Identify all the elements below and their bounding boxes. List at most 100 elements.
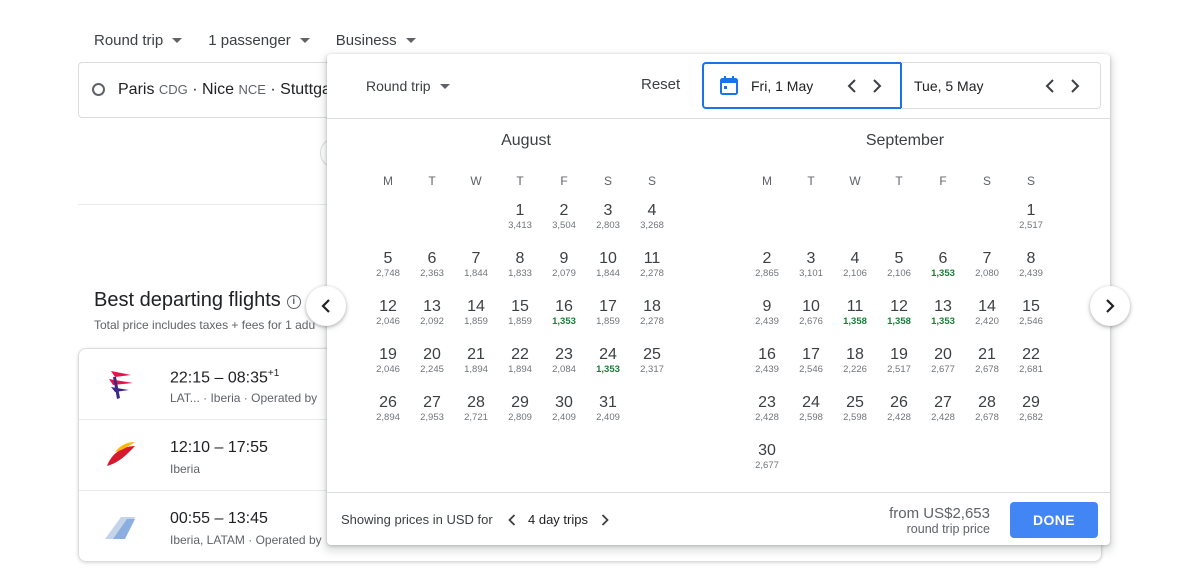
calendar-day[interactable]: 12 2,046 (366, 278, 410, 327)
next-month-button[interactable] (1090, 286, 1130, 326)
picker-trip-type-dropdown[interactable]: Round trip (366, 78, 450, 94)
calendar-day[interactable]: 23 2,428 (745, 374, 789, 423)
day-price: 2,894 (376, 412, 400, 423)
calendar-day[interactable]: 13 2,092 (410, 278, 454, 327)
calendar-day[interactable]: 3 2,803 (586, 182, 630, 231)
day-number: 5 (383, 250, 393, 267)
calendar-day[interactable]: 24 1,353 (586, 326, 630, 375)
origin-airports: Paris CDG · Nice NCE · Stuttgar (118, 81, 336, 99)
info-icon[interactable]: i (286, 295, 301, 309)
calendar-day[interactable]: 21 1,894 (454, 326, 498, 375)
calendar-day[interactable]: 8 1,833 (498, 230, 542, 279)
calendar-day[interactable]: 13 1,353 (921, 278, 965, 327)
calendar-day[interactable]: 6 1,353 (921, 230, 965, 279)
calendar-day[interactable]: 2 2,865 (745, 230, 789, 279)
calendar-day[interactable]: 2 3,504 (542, 182, 586, 231)
calendar-day[interactable]: 15 2,546 (1009, 278, 1053, 327)
results-heading: Best departing flights i (94, 289, 301, 312)
day-number: 2 (762, 250, 772, 267)
calendar-day[interactable]: 7 2,080 (965, 230, 1009, 279)
calendar-day[interactable]: 12 1,358 (877, 278, 921, 327)
calendar-day[interactable]: 7 1,844 (454, 230, 498, 279)
calendar-day[interactable]: 3 3,101 (789, 230, 833, 279)
calendar-day[interactable]: 10 1,844 (586, 230, 630, 279)
departure-date-field[interactable]: Fri, 1 May (702, 62, 902, 109)
cabin-class-dropdown[interactable]: Business (336, 30, 416, 50)
calendar-day[interactable]: 25 2,317 (630, 326, 674, 375)
day-number: 21 (467, 346, 485, 363)
calendar-day[interactable]: 1 3,413 (498, 182, 542, 231)
day-price: 2,409 (596, 412, 620, 423)
calendar-day[interactable]: 30 2,677 (745, 422, 789, 471)
return-prev-day-button[interactable] (1040, 76, 1060, 96)
calendar-day[interactable]: 9 2,079 (542, 230, 586, 279)
calendar-day[interactable]: 24 2,598 (789, 374, 833, 423)
calendar-day[interactable]: 20 2,245 (410, 326, 454, 375)
calendar-day[interactable]: 30 2,409 (542, 374, 586, 423)
day-number: 13 (934, 298, 952, 315)
weekday-header: W (849, 174, 861, 188)
trip-type-dropdown[interactable]: Round trip (94, 30, 183, 50)
calendar-day[interactable]: 4 2,106 (833, 230, 877, 279)
calendar-day[interactable]: 4 3,268 (630, 182, 674, 231)
day-number: 7 (982, 250, 992, 267)
prev-month-button[interactable] (306, 286, 346, 326)
chevron-left-icon (321, 299, 330, 313)
day-price: 2,598 (799, 412, 823, 423)
calendar-day[interactable]: 10 2,676 (789, 278, 833, 327)
calendar-day[interactable]: 25 2,598 (833, 374, 877, 423)
calendar-day[interactable]: 8 2,439 (1009, 230, 1053, 279)
calendar-day[interactable]: 22 1,894 (498, 326, 542, 375)
calendar-day[interactable]: 15 1,859 (498, 278, 542, 327)
trip-length-increase-button[interactable] (595, 510, 615, 530)
calendar-day[interactable]: 26 2,894 (366, 374, 410, 423)
day-number: 24 (599, 346, 617, 363)
calendar-day[interactable]: 16 1,353 (542, 278, 586, 327)
calendar-day[interactable]: 14 1,859 (454, 278, 498, 327)
calendar-day[interactable]: 11 2,278 (630, 230, 674, 279)
done-button[interactable]: DONE (1010, 502, 1098, 538)
calendar-day[interactable]: 27 2,428 (921, 374, 965, 423)
return-next-day-button[interactable] (1065, 76, 1085, 96)
chevron-left-icon (508, 514, 516, 526)
calendar-day[interactable]: 26 2,428 (877, 374, 921, 423)
calendar-day[interactable]: 29 2,809 (498, 374, 542, 423)
day-number: 25 (643, 346, 661, 363)
calendar-day[interactable]: 11 1,358 (833, 278, 877, 327)
calendar-day[interactable]: 5 2,106 (877, 230, 921, 279)
calendar-day[interactable]: 20 2,677 (921, 326, 965, 375)
calendar-day[interactable]: 19 2,046 (366, 326, 410, 375)
calendar-day[interactable]: 5 2,748 (366, 230, 410, 279)
reset-button[interactable]: Reset (641, 76, 680, 93)
weekday-header: T (895, 174, 903, 188)
calendar-day[interactable]: 18 2,278 (630, 278, 674, 327)
passengers-dropdown[interactable]: 1 passenger (208, 30, 310, 50)
calendar-day[interactable]: 27 2,953 (410, 374, 454, 423)
calendar-day[interactable]: 14 2,420 (965, 278, 1009, 327)
day-price: 2,428 (931, 412, 955, 423)
calendar-day[interactable]: 28 2,721 (454, 374, 498, 423)
calendar-day[interactable]: 9 2,439 (745, 278, 789, 327)
calendar-day[interactable]: 16 2,439 (745, 326, 789, 375)
calendar-day[interactable]: 23 2,084 (542, 326, 586, 375)
calendar-day[interactable]: 31 2,409 (586, 374, 630, 423)
calendar-day[interactable]: 17 1,859 (586, 278, 630, 327)
calendar-day[interactable]: 17 2,546 (789, 326, 833, 375)
calendar-day[interactable]: 22 2,681 (1009, 326, 1053, 375)
calendar-day[interactable]: 6 2,363 (410, 230, 454, 279)
calendar-day[interactable]: 29 2,682 (1009, 374, 1053, 423)
calendar-day[interactable]: 19 2,517 (877, 326, 921, 375)
calendar-day[interactable]: 21 2,678 (965, 326, 1009, 375)
calendar-day[interactable]: 18 2,226 (833, 326, 877, 375)
calendar-day[interactable]: 1 2,517 (1009, 182, 1053, 231)
day-number: 16 (758, 346, 776, 363)
departure-next-day-button[interactable] (867, 76, 887, 96)
day-number: 22 (511, 346, 529, 363)
return-date-field[interactable]: Tue, 5 May (901, 62, 1101, 109)
day-number: 18 (643, 298, 661, 315)
trip-length-decrease-button[interactable] (502, 510, 522, 530)
departure-prev-day-button[interactable] (842, 76, 862, 96)
calendar-day[interactable]: 28 2,678 (965, 374, 1009, 423)
day-number: 26 (379, 394, 397, 411)
month-title: September (865, 132, 945, 149)
